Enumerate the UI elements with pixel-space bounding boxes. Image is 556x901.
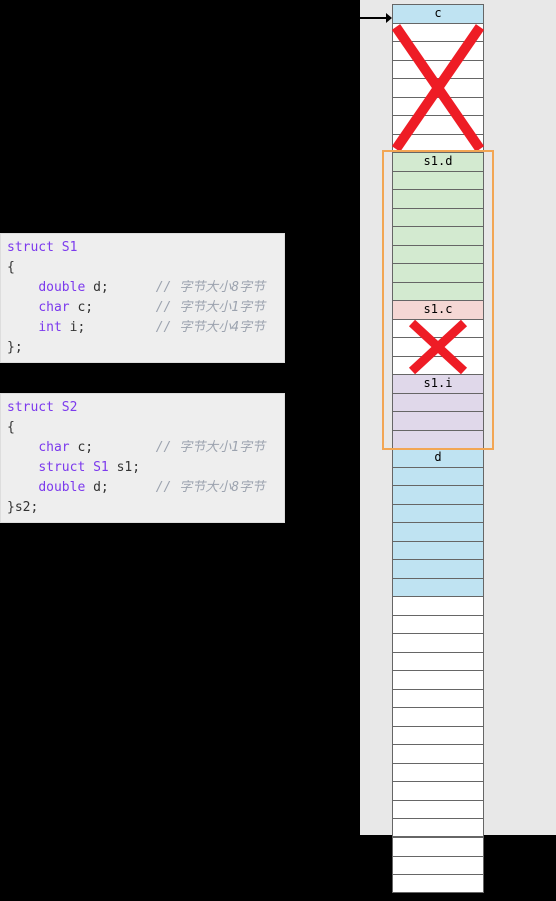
- keyword-struct: struct S2: [7, 400, 77, 415]
- memory-column: c s1.d s1.c s1.i d: [392, 4, 484, 837]
- byte-s1-d: [392, 208, 484, 227]
- byte-unused: [392, 615, 484, 634]
- comment: // 字节大小8字节: [156, 480, 265, 495]
- byte-overflow: [392, 874, 484, 893]
- comment: // 字节大小4字节: [156, 320, 265, 335]
- type-double: double: [38, 480, 85, 495]
- member-d: d;: [93, 480, 109, 495]
- byte-unused: [392, 800, 484, 819]
- byte-padding: [392, 337, 484, 356]
- code-block-s2: struct S2 { char c; // 字节大小1字节 struct S1…: [0, 393, 285, 523]
- byte-d: [392, 504, 484, 523]
- type-double: double: [38, 280, 85, 295]
- member-d: d;: [93, 280, 109, 295]
- type-struct-s1: struct S1: [38, 460, 108, 475]
- byte-d: [392, 541, 484, 560]
- code-block-s1: struct S1 { double d; // 字节大小8字节 char c;…: [0, 233, 285, 363]
- byte-s1-d: [392, 245, 484, 264]
- byte-s1-i: s1.i: [392, 374, 484, 393]
- byte-s1-d: [392, 226, 484, 245]
- member-c: c;: [77, 300, 93, 315]
- overflow-cells: [392, 837, 484, 893]
- byte-padding: [392, 41, 484, 60]
- keyword-struct: struct S1: [7, 240, 77, 255]
- brace-open: {: [7, 420, 15, 435]
- brace-close: }s2;: [7, 500, 38, 515]
- byte-s1-i: [392, 393, 484, 412]
- comment: // 字节大小1字节: [156, 440, 265, 455]
- member-i: i;: [70, 320, 86, 335]
- byte-d: [392, 522, 484, 541]
- comment: // 字节大小1字节: [156, 300, 265, 315]
- byte-s1-d: s1.d: [392, 152, 484, 171]
- brace-close: };: [7, 340, 23, 355]
- byte-padding: [392, 115, 484, 134]
- byte-d: [392, 485, 484, 504]
- brace-open: {: [7, 260, 15, 275]
- byte-padding: [392, 78, 484, 97]
- type-char: char: [38, 300, 69, 315]
- byte-d: [392, 578, 484, 597]
- byte-unused: [392, 689, 484, 708]
- byte-d: [392, 559, 484, 578]
- byte-padding: [392, 60, 484, 79]
- byte-unused: [392, 744, 484, 763]
- byte-unused: [392, 652, 484, 671]
- byte-unused: [392, 633, 484, 652]
- byte-unused: [392, 707, 484, 726]
- byte-unused: [392, 726, 484, 745]
- byte-unused: [392, 781, 484, 800]
- byte-unused: [392, 596, 484, 615]
- byte-unused: [392, 818, 484, 837]
- byte-padding: [392, 134, 484, 153]
- byte-s1-d: [392, 189, 484, 208]
- byte-s1-i: [392, 430, 484, 449]
- byte-padding: [392, 23, 484, 42]
- byte-unused: [392, 670, 484, 689]
- byte-s1-d: [392, 171, 484, 190]
- byte-padding: [392, 356, 484, 375]
- member-s1: s1;: [117, 460, 140, 475]
- byte-unused: [392, 763, 484, 782]
- type-char: char: [38, 440, 69, 455]
- byte-s1-d: [392, 263, 484, 282]
- byte-d: d: [392, 448, 484, 467]
- type-int: int: [38, 320, 61, 335]
- comment: // 字节大小8字节: [156, 280, 265, 295]
- byte-padding: [392, 319, 484, 338]
- byte-s1-c: s1.c: [392, 300, 484, 319]
- byte-overflow: [392, 837, 484, 856]
- byte-s1-i: [392, 411, 484, 430]
- byte-overflow: [392, 856, 484, 875]
- byte-s1-d: [392, 282, 484, 301]
- byte-c: c: [392, 4, 484, 23]
- pointer-arrow-icon: [360, 10, 392, 26]
- byte-padding: [392, 97, 484, 116]
- member-c: c;: [77, 440, 93, 455]
- byte-d: [392, 467, 484, 486]
